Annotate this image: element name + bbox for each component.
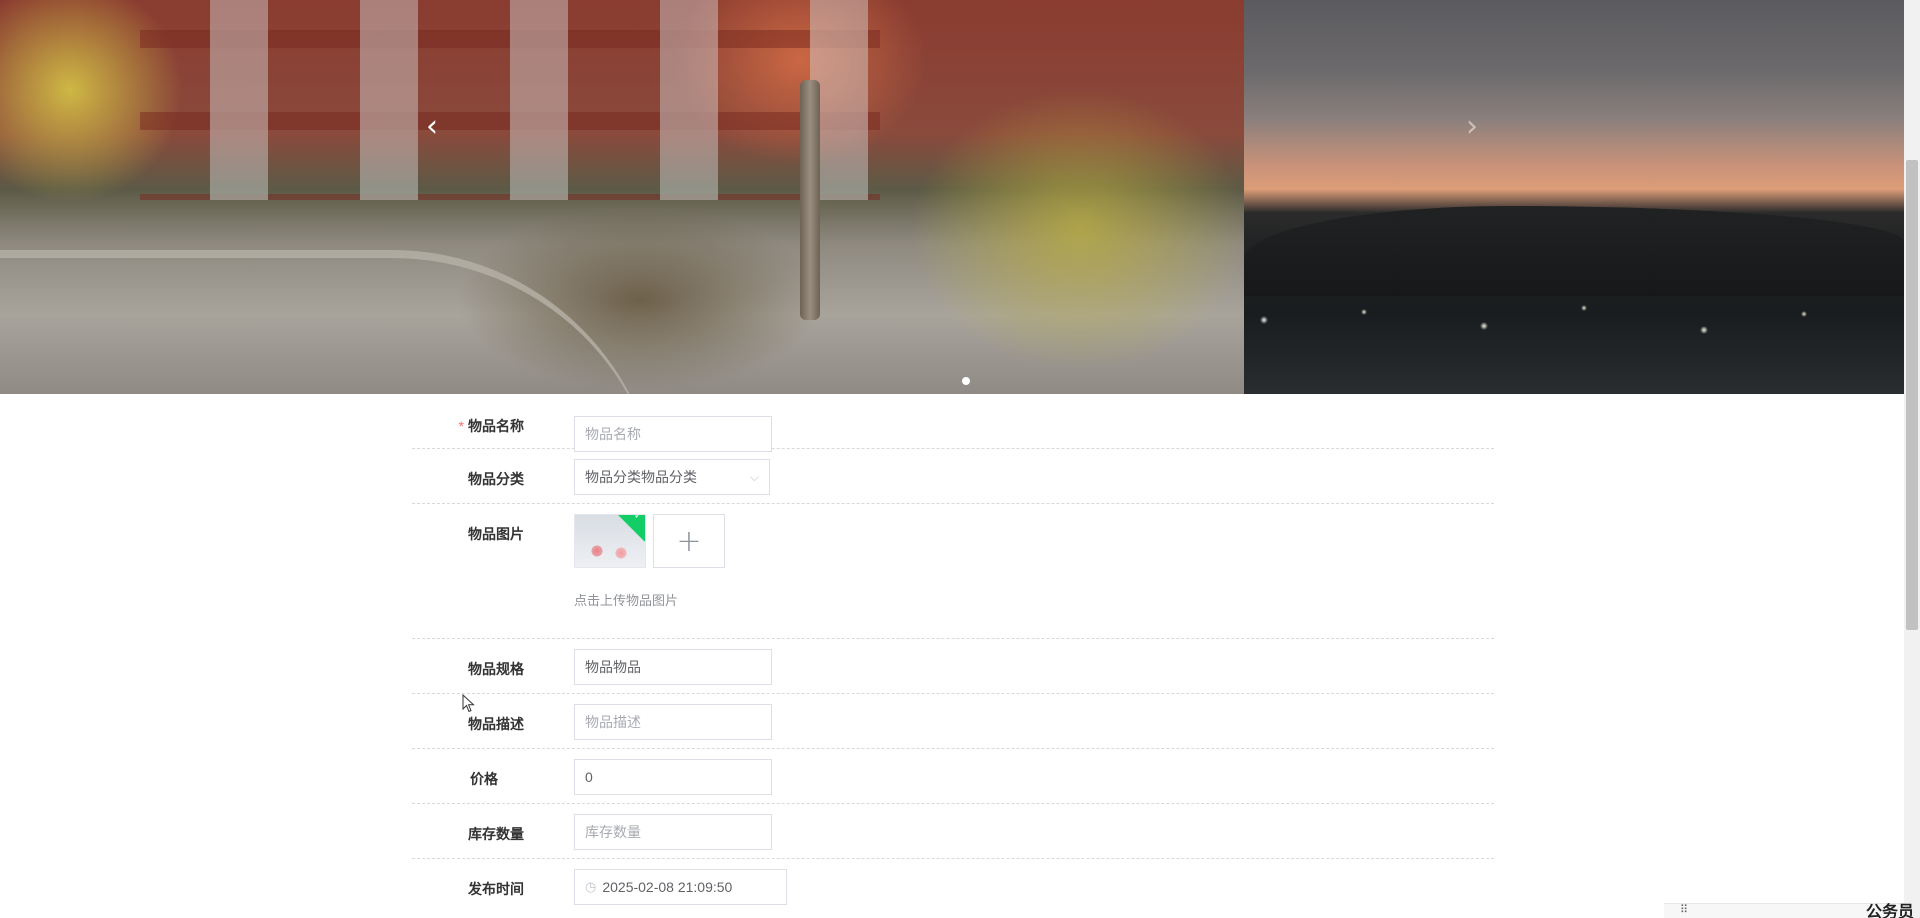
chevron-right-icon[interactable]: › bbox=[1454, 108, 1490, 144]
spec-input[interactable]: 物品物品 bbox=[574, 649, 772, 685]
form-row-description: 物品描述 物品描述 bbox=[412, 694, 1494, 749]
description-input[interactable]: 物品描述 bbox=[574, 704, 772, 740]
page-scrollbar-thumb[interactable] bbox=[1906, 160, 1918, 630]
form-row-stock: 库存数量 库存数量 bbox=[412, 804, 1494, 859]
carousel-slide-dusk bbox=[1244, 0, 1904, 394]
banner-carousel: ‹ › bbox=[0, 0, 1904, 394]
mouse-cursor-icon bbox=[462, 694, 475, 713]
price-label: 价格 bbox=[470, 771, 498, 787]
category-select-value: 物品分类物品分类 bbox=[585, 469, 697, 485]
form-row-spec: 物品规格 物品物品 bbox=[412, 639, 1494, 694]
description-label: 物品描述 bbox=[468, 716, 524, 732]
form-row-image: 物品图片 ✓ + 点击上传物品图片 bbox=[412, 504, 1494, 639]
uploaded-image-thumbnail[interactable]: ✓ bbox=[574, 514, 646, 568]
carousel-slide-campus bbox=[0, 0, 1244, 394]
stock-label: 库存数量 bbox=[468, 826, 524, 842]
tree-trunk bbox=[800, 80, 820, 320]
form-row-price: 价格 0 bbox=[412, 749, 1494, 804]
drag-handle-icon[interactable]: ⠿ bbox=[1680, 903, 1688, 916]
required-mark: * bbox=[458, 418, 464, 434]
spec-label: 物品规格 bbox=[468, 661, 524, 677]
form-row-name: * 物品名称 物品名称 bbox=[412, 394, 1494, 452]
price-input[interactable]: 0 bbox=[574, 759, 772, 795]
chevron-down-icon: ⌵ bbox=[749, 469, 759, 484]
publish-time-value: 2025-02-08 21:09:50 bbox=[602, 879, 733, 895]
name-label: * 物品名称 bbox=[412, 416, 524, 436]
dusk-lights bbox=[1244, 300, 1904, 370]
form-row-publish-time: 发布时间 ◷ 2025-02-08 21:09:50 bbox=[412, 859, 1494, 914]
publish-time-label: 发布时间 bbox=[468, 881, 524, 897]
name-label-text: 物品名称 bbox=[468, 418, 524, 434]
stock-input[interactable]: 库存数量 bbox=[574, 814, 772, 850]
building-windows bbox=[140, 0, 880, 200]
category-label: 物品分类 bbox=[468, 471, 524, 487]
clock-icon: ◷ bbox=[585, 879, 597, 894]
category-select[interactable]: 物品分类物品分类 ⌵ bbox=[574, 459, 770, 495]
upload-add-button[interactable]: + bbox=[653, 514, 725, 568]
chevron-left-icon[interactable]: ‹ bbox=[414, 108, 450, 144]
corner-label: 公务员 bbox=[1866, 902, 1915, 918]
carousel-indicator-dot[interactable] bbox=[962, 377, 970, 385]
upload-success-badge: ✓ bbox=[616, 514, 645, 542]
name-input[interactable]: 物品名称 bbox=[574, 416, 772, 452]
image-label: 物品图片 bbox=[468, 526, 524, 542]
publish-time-picker[interactable]: ◷ 2025-02-08 21:09:50 bbox=[574, 869, 787, 905]
check-icon: ✓ bbox=[633, 514, 643, 522]
item-form: * 物品名称 物品名称 物品分类 物品分类物品分类 ⌵ 物品图片 ✓ + 点击上传… bbox=[412, 394, 1494, 914]
dusk-hill bbox=[1244, 206, 1904, 296]
page: ‹ › * 物品名称 物品名称 物品分类 物品分类物品分类 ⌵ 物品图片 ✓ +… bbox=[0, 0, 1920, 918]
road-curve bbox=[0, 250, 660, 394]
upload-tip: 点击上传物品图片 bbox=[574, 593, 679, 608]
form-row-category: 物品分类 物品分类物品分类 ⌵ bbox=[412, 449, 1494, 504]
